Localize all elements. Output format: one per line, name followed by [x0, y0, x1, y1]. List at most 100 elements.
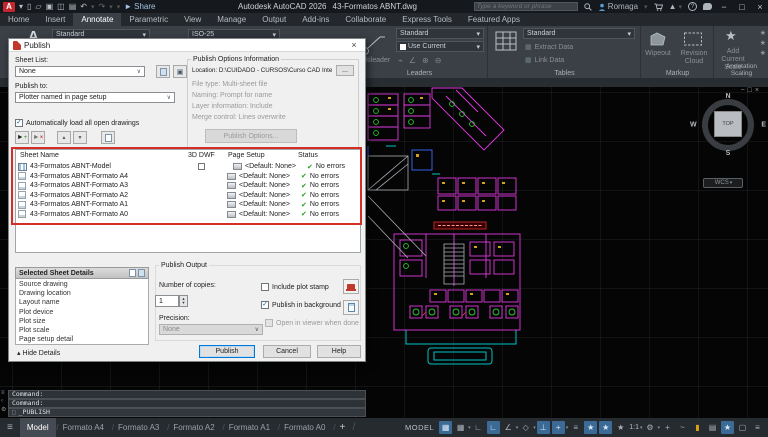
tab-manage[interactable]: Manage	[209, 13, 254, 26]
move-sheet-down-button[interactable]: ▼	[73, 131, 87, 144]
panel-label-markup[interactable]: Markup	[642, 70, 713, 77]
customization-menu-icon[interactable]: ≡	[751, 421, 764, 434]
viewcube-east[interactable]: E	[761, 122, 766, 129]
tab-formato-a2[interactable]: Formato A2	[166, 418, 221, 437]
load-sheet-list-button[interactable]	[156, 65, 170, 78]
include-plot-stamp-checkbox[interactable]: Include plot stamp	[261, 283, 329, 291]
copy-details-icon[interactable]	[129, 269, 136, 277]
workspace-caret-icon[interactable]: ▾	[657, 425, 660, 431]
autodesk-menu-icon[interactable]: ▲▾	[669, 2, 682, 11]
revision-cloud-button[interactable]: Revision Cloud	[676, 50, 712, 66]
sheet-row-model[interactable]: 43-Formatos ABNT-Model <Default: None> ✔…	[18, 162, 358, 172]
publish-dialog-titlebar[interactable]: Publish ×	[9, 39, 365, 52]
lineweight-toggle-icon[interactable]: ≡	[569, 421, 582, 434]
output-page-button[interactable]	[343, 300, 359, 315]
sheet-list-combo[interactable]: None∨	[15, 66, 145, 77]
annotation-scale-icon-1[interactable]: ★	[760, 29, 766, 37]
tab-annotate[interactable]: Annotate	[73, 13, 121, 26]
multileader-style-combo[interactable]: Standard▾	[396, 28, 484, 39]
clean-screen-icon[interactable]: ▢	[736, 421, 749, 434]
infer-constraints-icon[interactable]: ∟	[472, 421, 485, 434]
command-line[interactable]: Command: Command: □ _PUBLISH	[8, 390, 366, 417]
viewcube-top-face[interactable]: TOP	[714, 111, 742, 137]
wipeout-button[interactable]: Wipeout	[642, 50, 674, 57]
snap-toggle-icon[interactable]: ▦	[454, 421, 467, 434]
annotation-scale-icon-2[interactable]: ★	[760, 39, 766, 47]
user-caret-icon[interactable]: ▾	[644, 3, 648, 11]
isodraft-caret-icon[interactable]: ▾	[533, 425, 536, 431]
app-menu-caret-icon[interactable]: ▾	[19, 2, 23, 12]
save-icon[interactable]: ▣	[46, 2, 54, 12]
remove-sheets-button[interactable]: ►×	[31, 131, 45, 144]
preview-button[interactable]	[101, 131, 115, 144]
save-as-icon[interactable]: ◫	[57, 2, 65, 12]
plot-stamp-settings-button[interactable]	[343, 279, 359, 294]
add-current-scale-icon[interactable]: ★	[725, 28, 737, 44]
open-in-viewer-checkbox[interactable]: Open in viewer when done	[265, 319, 359, 327]
cancel-button[interactable]: Cancel	[263, 345, 311, 358]
dwf-checkbox[interactable]	[198, 163, 205, 170]
sheet-row-a4[interactable]: 43-Formatos ABNT-Formato A4 <Default: No…	[18, 172, 358, 182]
scale-caret-icon[interactable]: ▾	[640, 425, 643, 431]
commandline-customize-icon[interactable]: ⚙	[1, 406, 8, 413]
wcs-dropdown[interactable]: WCS ▾	[703, 178, 743, 188]
publish-in-background-checkbox[interactable]: ✓ Publish in background	[261, 301, 341, 309]
restore-button[interactable]: □	[736, 2, 748, 12]
tab-addins[interactable]: Add-ins	[294, 13, 337, 26]
add-sheets-button[interactable]: ►+	[15, 131, 29, 144]
annotation-visibility-icon[interactable]: ★	[584, 421, 597, 434]
layout-menu-icon[interactable]: ≡	[0, 422, 20, 433]
col-status[interactable]: Status	[298, 152, 318, 159]
minimize-button[interactable]: −	[718, 2, 730, 12]
cart-icon[interactable]	[654, 3, 663, 11]
move-sheet-up-button[interactable]: ▲	[57, 131, 71, 144]
panel-label-annotation-scaling[interactable]: Annotation Scaling	[715, 63, 768, 77]
tab-parametric[interactable]: Parametric	[121, 13, 176, 26]
osnap-caret-icon[interactable]: ▾	[566, 425, 569, 431]
publish-button[interactable]: Publish	[199, 345, 255, 358]
undo-caret-icon[interactable]: ▾	[91, 3, 95, 11]
panel-label-leaders[interactable]: Leaders	[352, 70, 487, 77]
snap-caret-icon[interactable]: ▾	[468, 425, 471, 431]
redo-caret-icon[interactable]: ▾	[109, 3, 113, 11]
drawing-restore-icon[interactable]: □	[748, 87, 755, 94]
leader-layer-combo[interactable]: Use Current▾	[396, 41, 484, 52]
workspace-gear-icon[interactable]: ⚙	[643, 421, 656, 434]
plot-icon[interactable]: ▤	[69, 2, 77, 12]
sheet-row-a2[interactable]: 43-Formatos ABNT-Formato A2 <Default: No…	[18, 191, 358, 201]
tab-home[interactable]: Home	[0, 13, 37, 26]
col-page-setup[interactable]: Page Setup	[228, 152, 265, 159]
tab-express-tools[interactable]: Express Tools	[394, 13, 460, 26]
new-layout-button[interactable]: +	[332, 418, 352, 437]
share-button[interactable]: ► Share	[124, 2, 155, 11]
leader-collect-icon[interactable]: ⌁	[398, 56, 403, 65]
grid-toggle-icon[interactable]: ▦	[439, 421, 452, 434]
viewcube-south[interactable]: S	[726, 150, 731, 157]
sheet-row-a0[interactable]: 43-Formatos ABNT-Formato A0 <Default: No…	[18, 210, 358, 220]
annotation-scale-icon-3[interactable]: ★	[760, 49, 766, 57]
isolate-objects-icon[interactable]: ★	[721, 421, 734, 434]
plot-status-icon[interactable]: ▤	[706, 421, 719, 434]
auto-load-checkbox[interactable]: ✓ Automatically load all open drawings	[15, 119, 139, 127]
redo-icon[interactable]: ↷	[98, 2, 105, 12]
col-3d-dwf[interactable]: 3D DWF	[188, 152, 215, 159]
tab-formato-a0[interactable]: Formato A0	[277, 418, 332, 437]
signed-in-user[interactable]: Romaga	[598, 2, 638, 11]
isodraft-icon[interactable]: ◇	[519, 421, 532, 434]
selection-filter-icon[interactable]: ~	[676, 421, 689, 434]
viewcube-west[interactable]: W	[690, 122, 697, 129]
command-input-line[interactable]: □ _PUBLISH	[8, 408, 366, 417]
tab-view[interactable]: View	[176, 13, 209, 26]
hide-details-link[interactable]: ▴ Hide Details	[17, 349, 60, 357]
viewcube-north[interactable]: N	[725, 93, 730, 100]
new-file-icon[interactable]: ▯	[27, 2, 31, 12]
annotation-monitor-icon[interactable]: +	[661, 421, 674, 434]
tab-formato-a3[interactable]: Formato A3	[111, 418, 166, 437]
commandline-collapse-icon[interactable]: ‹	[1, 398, 8, 404]
polar-caret-icon[interactable]: ▾	[516, 425, 519, 431]
wipeout-icon[interactable]	[649, 31, 667, 47]
publish-options-button[interactable]: Publish Options...	[205, 129, 297, 143]
model-space-label[interactable]: MODEL	[405, 423, 434, 432]
app-logo-icon[interactable]: A	[3, 2, 15, 12]
col-sheet-name[interactable]: Sheet Name	[20, 152, 59, 159]
